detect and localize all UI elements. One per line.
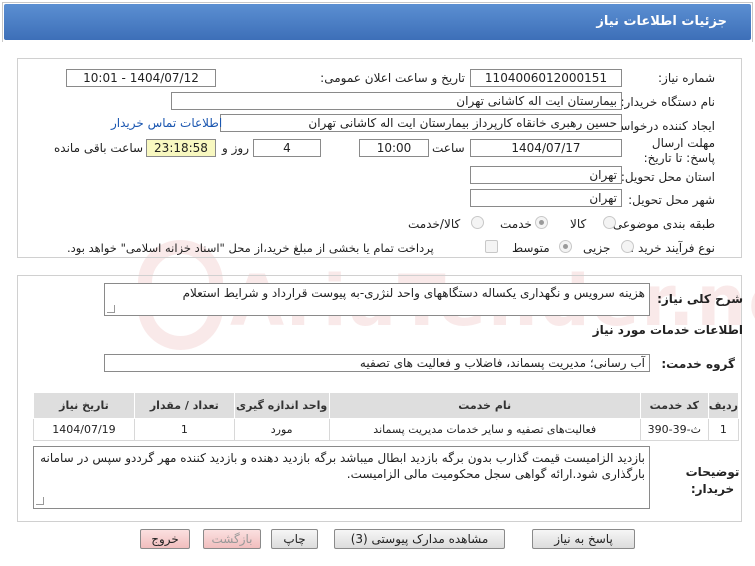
page-title: جزئیات اطلاعات نیاز: [596, 14, 727, 29]
treasury-checkbox[interactable]: [485, 240, 498, 253]
col-header-row-number: ردیف: [707, 392, 740, 419]
days-label: روز و: [222, 141, 249, 155]
province-field: تهران: [470, 166, 622, 184]
buyer-notes-field: بازدید الزامیست قیمت گذارب بدون برگه باز…: [33, 446, 650, 509]
services-table: ردیف کد خدمت نام خدمت واحد اندازه گیری ت…: [33, 392, 740, 441]
announce-label: تاریخ و ساعت اعلان عمومی:: [320, 71, 465, 85]
resize-handle-icon[interactable]: [107, 305, 115, 313]
category-option-goods: کالا: [570, 217, 587, 231]
cell-unit: مورد: [233, 418, 330, 441]
remaining-time-field: 23:18:58: [146, 139, 216, 157]
city-field: تهران: [470, 189, 622, 207]
payment-note: پرداخت تمام یا بخشی از مبلغ خرید،از محل …: [67, 241, 434, 255]
header-bar: جزئیات اطلاعات نیاز: [4, 4, 751, 40]
process-label: نوع فرآیند خرید :: [630, 241, 715, 255]
buyer-contact-link[interactable]: اطلاعات تماس خریدار: [111, 116, 222, 130]
service-group-label: گروه خدمت:: [661, 357, 735, 371]
col-header-service-code: کد خدمت: [639, 392, 709, 419]
city-label: شهر محل تحویل:: [628, 193, 715, 207]
category-radio-service[interactable]: [535, 216, 548, 229]
col-header-unit: واحد اندازه گیری: [233, 392, 330, 419]
table-row: 1 ث-39-390 فعالیت‌های تصفیه و سایر خدمات…: [33, 418, 740, 441]
notes-resize-handle-icon[interactable]: [36, 497, 44, 505]
creator-field: حسین رهبری خانقاه کارپرداز بیمارستان ایت…: [220, 114, 622, 132]
deadline-label: مهلت ارسال پاسخ: تا تاریخ:: [643, 136, 715, 165]
cell-service-name: فعالیت‌های تصفیه و سایر خدمات مدیریت پسم…: [328, 418, 641, 441]
page-header: جزئیات اطلاعات نیاز: [2, 2, 753, 42]
service-group-field: آب رسانی؛ مدیریت پسماند، فاضلاب و فعالیت…: [104, 354, 650, 372]
category-option-goods-service: کالا/خدمت: [408, 217, 461, 231]
print-button[interactable]: چاپ: [271, 529, 318, 549]
deadline-time-field: 10:00: [359, 139, 429, 157]
process-option-medium: متوسط: [512, 241, 550, 255]
need-number-label: شماره نیاز:: [658, 71, 715, 85]
buyer-field: بیمارستان ایت اله کاشانی تهران: [171, 92, 622, 110]
process-radio-medium[interactable]: [559, 240, 572, 253]
back-button[interactable]: بازگشت: [203, 529, 261, 549]
col-header-need-date: تاریخ نیاز: [33, 392, 135, 419]
deadline-time-label: ساعت: [432, 141, 465, 155]
cell-need-date: 1404/07/19: [33, 418, 135, 441]
province-label: استان محل تحویل:: [620, 170, 715, 184]
exit-button[interactable]: خروج: [140, 529, 190, 549]
days-field: 4: [253, 139, 321, 157]
deadline-date-field: 1404/07/17: [470, 139, 622, 157]
table-header-row: ردیف کد خدمت نام خدمت واحد اندازه گیری ت…: [33, 392, 740, 419]
buyer-label: نام دستگاه خریدار:: [620, 95, 716, 109]
buyer-notes-label: توضیحات خریدار:: [685, 465, 740, 496]
announce-field: 1404/07/12 - 10:01: [66, 69, 216, 87]
cell-row-number: 1: [707, 418, 740, 441]
process-option-minor: جزیی: [583, 241, 611, 255]
services-heading: اطلاعات خدمات مورد نیاز: [592, 323, 743, 337]
reply-button[interactable]: پاسخ به نیاز: [532, 529, 635, 549]
category-radio-goods-service[interactable]: [471, 216, 484, 229]
col-header-service-name: نام خدمت: [328, 392, 641, 419]
category-radio-goods[interactable]: [603, 216, 616, 229]
need-number-field: 1104006012000151: [470, 69, 622, 87]
view-attachments-button[interactable]: مشاهده مدارک پیوستی (3): [334, 529, 505, 549]
summary-field: هزینه سرویس و نگهداری یکساله دستگاههای و…: [104, 283, 650, 316]
cell-service-code: ث-39-390: [639, 418, 709, 441]
cell-quantity: 1: [133, 418, 235, 441]
summary-label: شرح کلی نیاز:: [657, 292, 743, 306]
col-header-quantity: تعداد / مقدار: [133, 392, 235, 419]
process-radio-minor[interactable]: [621, 240, 634, 253]
category-label: طبقه بندی موضوعی:: [608, 217, 715, 231]
remaining-label: ساعت باقی مانده: [54, 141, 144, 155]
category-option-service: خدمت: [500, 217, 532, 231]
